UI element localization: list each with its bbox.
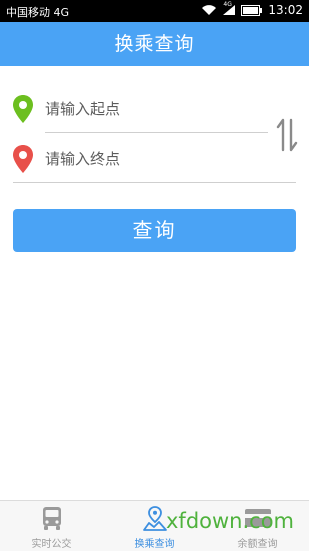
status-bar: 中国移动 4G 4G 13:02 (0, 0, 309, 22)
nav-label-transfer-query: 换乘查询 (134, 539, 175, 550)
end-field[interactable]: 请输入终点 (0, 134, 309, 184)
bus-icon (41, 506, 63, 536)
nav-item-realtime-bus[interactable]: 实时公交 (0, 501, 103, 551)
green-location-pin-icon (12, 94, 34, 128)
start-placeholder: 请输入起点 (45, 100, 121, 118)
signal-icon: 4G (222, 1, 236, 16)
route-map-icon (142, 506, 168, 536)
red-location-pin-icon (12, 144, 34, 178)
start-field-underline (45, 132, 268, 133)
page-title: 换乘查询 (114, 33, 195, 55)
end-placeholder: 请输入终点 (45, 150, 121, 168)
wifi-icon (201, 4, 217, 16)
network-badge: 4G (223, 1, 232, 8)
battery-icon (241, 4, 263, 16)
carrier-label: 中国移动 4G (6, 6, 70, 19)
status-icons: 4G 13:02 (201, 1, 303, 17)
watermark: xfdown.com (166, 509, 295, 533)
page-header: 换乘查询 (0, 22, 309, 66)
nav-label-balance-query: 余额查询 (237, 539, 278, 550)
clock: 13:02 (268, 3, 303, 17)
query-button[interactable]: 查询 (13, 209, 296, 252)
nav-label-realtime-bus: 实时公交 (31, 539, 72, 550)
start-field[interactable]: 请输入起点 (0, 84, 309, 134)
end-field-underline (13, 182, 296, 183)
